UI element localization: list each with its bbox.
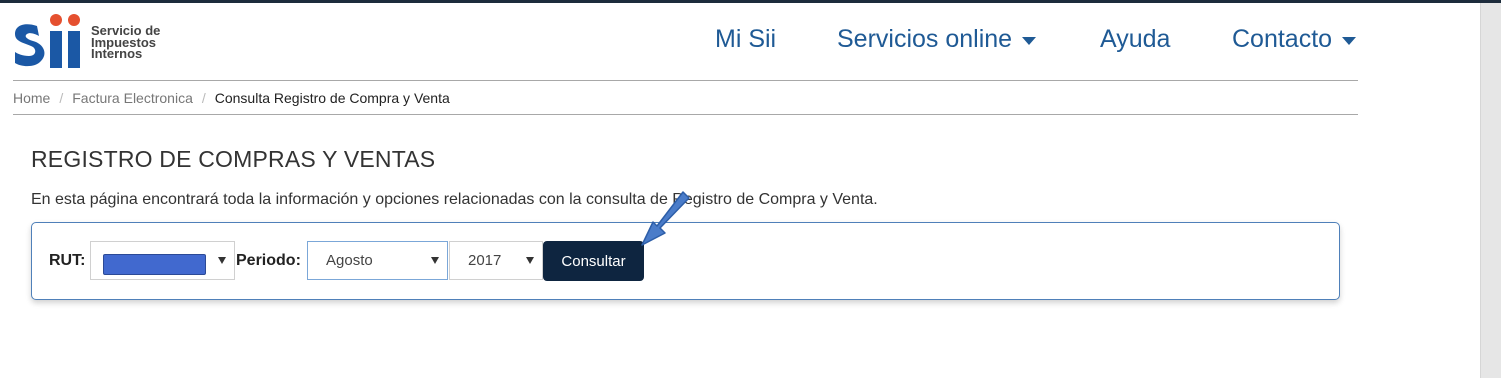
annotation-arrow-icon (641, 191, 690, 246)
dropdown-arrow-icon (218, 257, 226, 264)
month-select[interactable]: Agosto (307, 241, 448, 280)
caret-down-icon (1022, 36, 1037, 45)
nav-contacto-label: Contacto (1232, 24, 1333, 53)
year-select[interactable]: 2017 (449, 241, 543, 280)
page-title: REGISTRO DE COMPRAS Y VENTAS (31, 146, 436, 172)
breadcrumb-divider (13, 114, 1358, 115)
caret-down-icon (1342, 36, 1357, 45)
consultar-button[interactable]: Consultar (543, 241, 644, 281)
rut-select[interactable] (90, 241, 235, 280)
nav-servicios-online-label: Servicios online (837, 24, 1013, 53)
nav-ayuda-label: Ayuda (1100, 24, 1171, 53)
top-border (0, 0, 1501, 3)
rut-label: RUT: (49, 252, 86, 269)
dropdown-arrow-icon (526, 257, 534, 264)
vertical-scrollbar[interactable] (1480, 3, 1501, 378)
breadcrumb-separator: / (201, 90, 206, 106)
breadcrumb: Home / Factura Electronica / Consulta Re… (13, 90, 450, 106)
breadcrumb-factura-electronica[interactable]: Factura Electronica (72, 90, 193, 106)
periodo-label: Periodo: (236, 252, 301, 269)
dropdown-arrow-icon (431, 257, 439, 264)
nav-mi-sii-label: Mi Sii (715, 24, 777, 53)
month-select-value: Agosto (326, 252, 373, 269)
header-divider (13, 80, 1358, 81)
page-description: En esta página encontrará toda la inform… (31, 191, 878, 208)
breadcrumb-home[interactable]: Home (13, 90, 50, 106)
redacted-rut-value (103, 254, 206, 275)
year-select-value: 2017 (468, 252, 502, 269)
nav-servicios-online[interactable]: Servicios online (837, 22, 1037, 56)
breadcrumb-separator: / (59, 90, 64, 106)
nav-ayuda[interactable]: Ayuda (1100, 22, 1170, 56)
nav-mi-sii[interactable]: Mi Sii (715, 22, 776, 56)
logo-text-line: Internos (91, 46, 143, 61)
breadcrumb-current: Consulta Registro de Compra y Venta (214, 90, 450, 106)
sii-logo-mark (15, 14, 80, 68)
logo-text: Servicio de Impuestos Internos (91, 24, 160, 61)
nav-contacto[interactable]: Contacto (1232, 22, 1357, 56)
